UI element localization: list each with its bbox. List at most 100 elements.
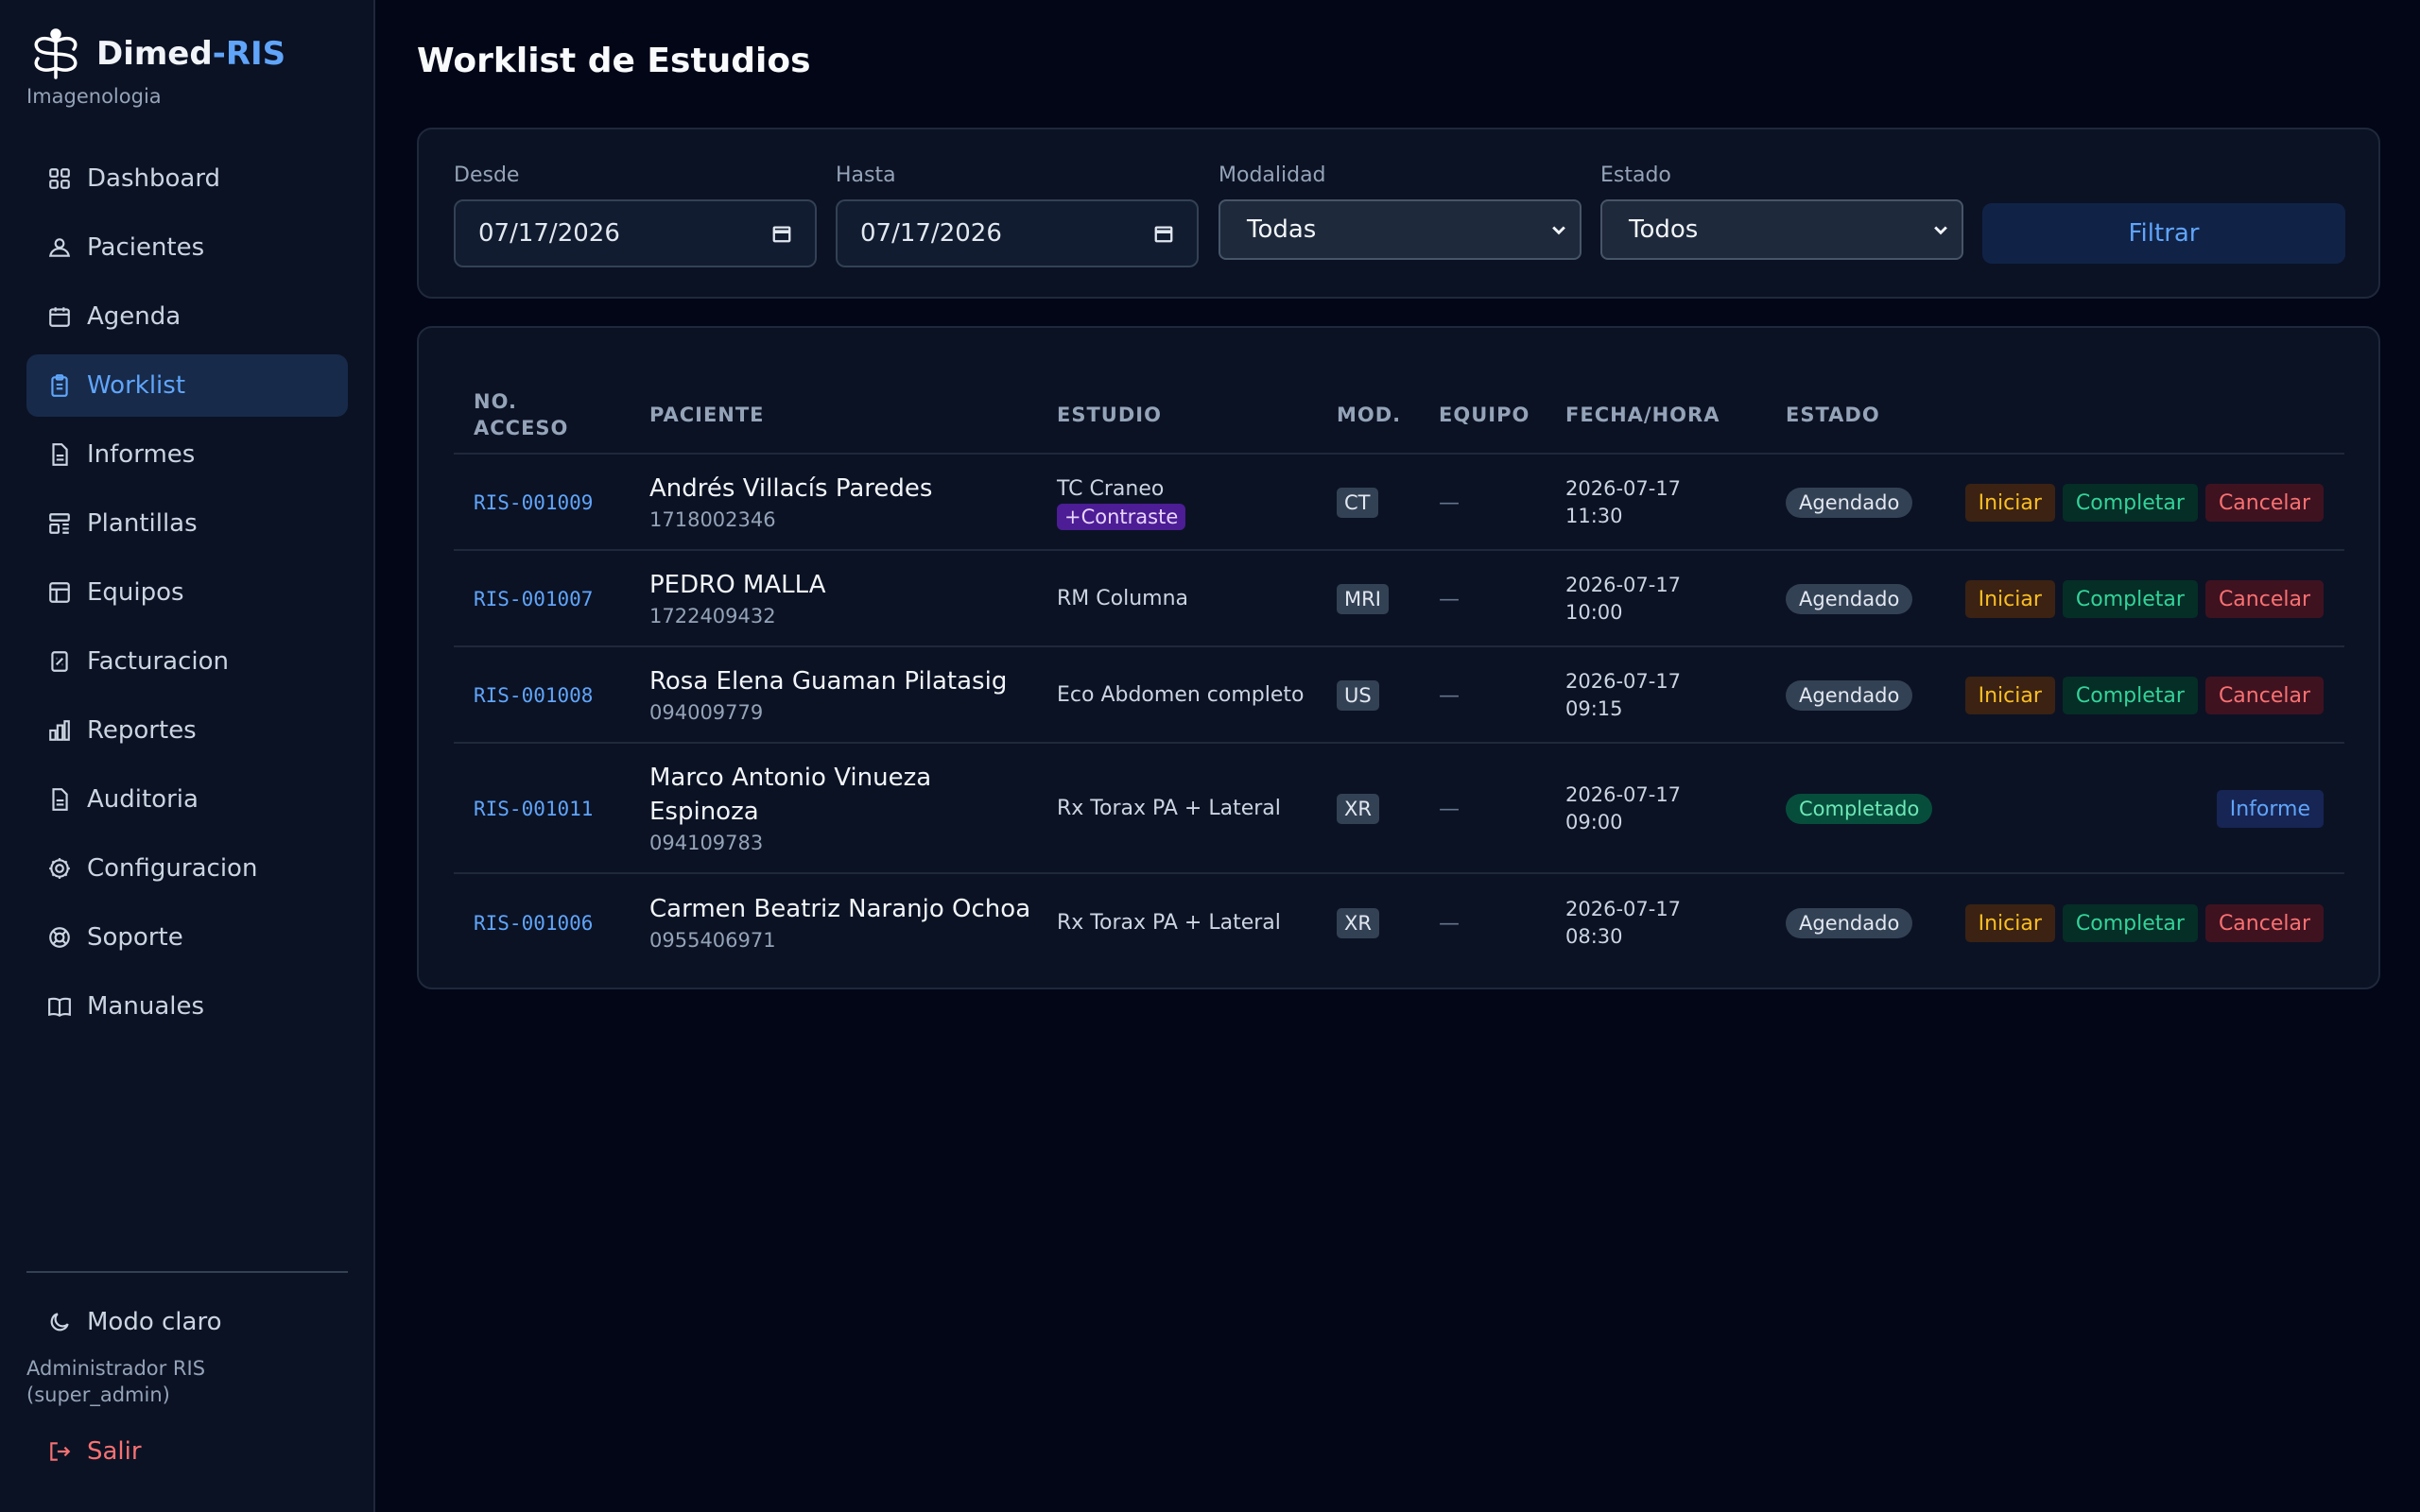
sidebar-item-facturacion[interactable]: Facturacion [26,630,348,693]
moon-icon [50,1313,69,1332]
grid-icon [49,168,70,189]
sidebar-nav: Dashboard Pacientes Agenda Worklist Info… [26,147,348,1044]
sidebar-item-reportes[interactable]: Reportes [26,699,348,762]
report-button[interactable]: Informe [2216,790,2324,828]
from-date-input[interactable]: 07/17/2026 [454,199,817,267]
complete-button[interactable]: Completar [2062,580,2198,618]
patient-name: Carmen Beatriz Naranjo Ochoa [649,895,1031,923]
patient-id: 1718002346 [649,508,776,531]
accession-link[interactable]: RIS-001007 [474,588,593,610]
cancel-button[interactable]: Cancelar [2204,484,2324,522]
sidebar-item-equipos[interactable]: Equipos [26,561,348,624]
start-button[interactable]: Iniciar [1964,580,2055,618]
study-time: 10:00 [1565,601,1623,624]
table-row[interactable]: RIS-001008 Rosa Elena Guaman Pilatasig 0… [454,649,2344,744]
filter-panel: Desde 07/17/2026 Hasta 07/17/2026 Modali… [417,128,2380,299]
header-datetime: FECHA/HORA [1565,404,1720,426]
patient-name: Marco Antonio Vinueza [649,764,932,792]
accession-link[interactable]: RIS-001011 [474,798,593,820]
calendar-icon [49,307,70,327]
modality-badge: US [1337,680,1379,711]
study-time: 11:30 [1565,505,1623,527]
sidebar-item-informes[interactable]: Informes [26,423,348,486]
table-row[interactable]: RIS-001007 PEDRO MALLA 1722409432 RM Col… [454,553,2344,647]
start-button[interactable]: Iniciar [1964,484,2055,522]
status-badge: Agendado [1786,908,1913,938]
study-date: 2026-07-17 [1565,477,1682,500]
sidebar-item-worklist[interactable]: Worklist [26,354,348,417]
theme-toggle-button[interactable]: Modo claro [26,1291,348,1353]
patient-name: Espinoza [649,798,759,826]
document-icon [52,788,68,811]
status-group: Estado Todos [1600,163,1963,260]
sidebar-item-label: Plantillas [87,509,198,538]
table-header: NO. ACCESO PACIENTE ESTUDIO MOD. EQUIPO F… [454,375,2344,455]
table-row[interactable]: RIS-001009 Andrés Villacís Paredes 17180… [454,456,2344,551]
contrast-badge: +Contraste [1057,504,1186,530]
start-button[interactable]: Iniciar [1964,904,2055,942]
start-button[interactable]: Iniciar [1964,677,2055,714]
modality-select[interactable]: Todas [1219,199,1582,260]
sidebar-divider [26,1271,348,1273]
sidebar-item-manuales[interactable]: Manuales [26,975,348,1038]
to-date-group: Hasta 07/17/2026 [836,163,1199,267]
filter-button[interactable]: Filtrar [1982,203,2345,264]
sidebar-item-label: Configuracion [87,854,258,883]
table-icon [49,582,70,603]
sidebar-item-auditoria[interactable]: Auditoria [26,768,348,831]
patient-id: 094109783 [649,832,764,854]
sidebar-item-label: Equipos [87,578,184,607]
chevron-down-icon [1552,226,1565,235]
complete-button[interactable]: Completar [2062,677,2198,714]
document-icon [52,443,68,466]
complete-button[interactable]: Completar [2062,484,2198,522]
patient-id: 0955406971 [649,929,776,952]
sidebar-item-label: Reportes [87,716,197,745]
sidebar-item-soporte[interactable]: Soporte [26,906,348,969]
study-date: 2026-07-17 [1565,898,1682,920]
table-row[interactable]: RIS-001006 Carmen Beatriz Naranjo Ochoa … [454,876,2344,971]
patient-id: 094009779 [649,701,764,724]
worklist-table: NO. ACCESO PACIENTE ESTUDIO MOD. EQUIPO F… [417,326,2380,989]
header-patient: PACIENTE [649,404,765,426]
cancel-button[interactable]: Cancelar [2204,580,2324,618]
header-equipment: EQUIPO [1439,404,1530,426]
complete-button[interactable]: Completar [2062,904,2198,942]
status-badge: Completado [1786,794,1933,824]
calendar-icon [1154,226,1173,243]
table-row[interactable]: RIS-001011 Marco Antonio Vinueza Espinoz… [454,746,2344,874]
status-badge: Agendado [1786,488,1913,518]
cancel-button[interactable]: Cancelar [2204,677,2324,714]
modality-label: Modalidad [1219,163,1326,187]
to-date-input[interactable]: 07/17/2026 [836,199,1199,267]
study-time: 09:00 [1565,811,1623,833]
page-title: Worklist de Estudios [417,42,811,80]
brand[interactable]: Dimed-RIS [26,26,285,81]
logout-button[interactable]: Salir [26,1420,348,1483]
sidebar-item-plantillas[interactable]: Plantillas [26,492,348,555]
book-icon [48,997,71,1018]
cancel-button[interactable]: Cancelar [2204,904,2324,942]
sidebar-item-configuracion[interactable]: Configuracion [26,837,348,900]
sidebar-item-agenda[interactable]: Agenda [26,285,348,348]
sidebar-item-pacientes[interactable]: Pacientes [26,216,348,279]
sidebar-item-label: Soporte [87,923,183,952]
status-label: Estado [1600,163,1671,187]
header-study: ESTUDIO [1057,404,1162,426]
accession-link[interactable]: RIS-001008 [474,684,593,707]
caduceus-logo-icon [34,28,78,79]
lifebuoy-icon [49,927,70,948]
modality-badge: XR [1337,794,1379,824]
theme-toggle-label: Modo claro [87,1308,222,1336]
calendar-icon [772,226,791,243]
accession-link[interactable]: RIS-001006 [474,912,593,935]
header-status: ESTADO [1786,404,1880,426]
accession-link[interactable]: RIS-001009 [474,491,593,514]
row-actions: Iniciar Completar Cancelar [1964,553,2324,645]
modality-group: Modalidad Todas [1219,163,1582,260]
study-name: Eco Abdomen completo [1057,683,1305,707]
status-badge: Agendado [1786,680,1913,711]
status-select[interactable]: Todos [1600,199,1963,260]
sidebar-item-dashboard[interactable]: Dashboard [26,147,348,210]
row-actions: Iniciar Completar Cancelar [1964,456,2324,549]
